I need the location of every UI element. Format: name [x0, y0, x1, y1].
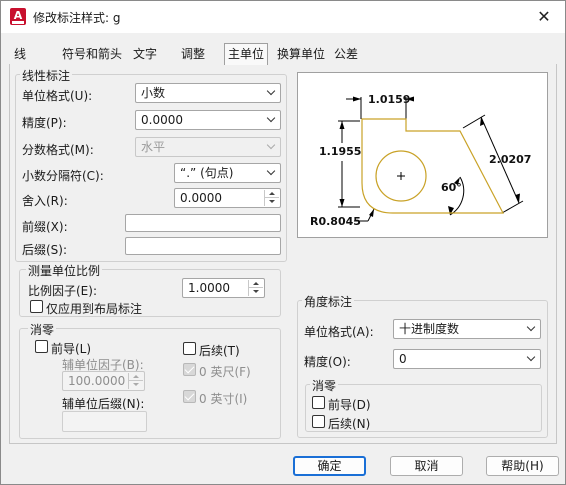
close-button[interactable]: ✕	[531, 5, 557, 29]
tab-lines[interactable]: 线	[14, 45, 26, 63]
prefix-label: 前缀(X):	[22, 220, 68, 234]
dim-top-text: 1.0159	[368, 93, 410, 106]
tab-symbols-arrows[interactable]: 符号和箭头	[62, 45, 122, 63]
angular-zero-suppression-label: 消零	[310, 377, 339, 394]
fraction-format-select[interactable]: 水平	[135, 137, 281, 157]
scale-factor-value: 1.0000	[188, 281, 230, 295]
angular-dimensions-label: 角度标注	[302, 293, 355, 310]
decimal-separator-value: “.” (句点)	[180, 166, 234, 180]
close-icon: ✕	[537, 7, 551, 26]
angular-unit-format-value: 十进制度数	[399, 322, 460, 336]
dim-left-text: 1.1955	[319, 145, 361, 158]
unit-format-select[interactable]: 小数	[135, 83, 281, 103]
scale-factor-spin-buttons	[248, 280, 263, 296]
tab-primary-units[interactable]: 主单位	[224, 43, 269, 65]
unit-format-label: 单位格式(U):	[22, 89, 93, 103]
modify-dimension-style-dialog: A 修改标注样式: g ✕ 线 符号和箭头 文字 调整 主单位 换算单位 公差 …	[0, 0, 566, 485]
round-off-value: 0.0000	[180, 191, 222, 205]
fraction-format-label: 分数格式(M):	[22, 143, 94, 157]
zero-inches-label: 0 英寸(I)	[199, 392, 248, 406]
zero-suppression-label: 消零	[28, 321, 57, 338]
decimal-separator-label: 小数分隔符(C):	[22, 169, 104, 183]
ok-button[interactable]: 确定	[293, 456, 366, 476]
angle-text: 60°	[441, 181, 462, 194]
zero-feet-checkbox[interactable]	[183, 363, 196, 376]
precision-value: 0.0000	[141, 113, 183, 127]
tab-alternate-units[interactable]: 换算单位	[277, 45, 325, 63]
sub-unit-factor-value: 100.0000	[68, 374, 126, 388]
angular-unit-format-select[interactable]: 十进制度数	[393, 319, 541, 339]
spin-down-icon[interactable]	[129, 381, 143, 389]
spin-up-icon[interactable]	[129, 373, 143, 381]
dimension-preview: 1.0159 1.1955 2.0207 60° R0.8045	[297, 72, 548, 238]
round-off-spinner[interactable]: 0.0000	[174, 188, 281, 208]
angular-precision-select[interactable]: 0	[393, 349, 541, 369]
zero-inches-checkbox[interactable]	[183, 390, 196, 403]
spin-up-icon[interactable]	[249, 280, 263, 288]
sub-unit-suffix-label: 辅单位后缀(N):	[62, 397, 145, 411]
angular-unit-format-label: 单位格式(A):	[304, 325, 374, 339]
decimal-separator-select[interactable]: “.” (句点)	[174, 163, 281, 183]
dim-right-text: 2.0207	[489, 153, 531, 166]
radius-text: R0.8045	[310, 215, 361, 228]
angular-precision-label: 精度(O):	[304, 355, 351, 369]
sub-unit-factor-spin-buttons	[128, 373, 143, 389]
sub-unit-suffix-input[interactable]	[62, 411, 147, 432]
autocad-app-icon: A	[10, 8, 26, 25]
chevron-down-icon	[267, 116, 275, 124]
spin-down-icon[interactable]	[265, 198, 279, 206]
chevron-down-icon	[267, 169, 275, 177]
angular-precision-value: 0	[399, 352, 407, 366]
spin-down-icon[interactable]	[249, 288, 263, 296]
sub-unit-factor-spinner[interactable]: 100.0000	[62, 371, 145, 391]
chevron-down-icon	[527, 325, 535, 333]
angular-leading-checkbox[interactable]	[312, 396, 325, 409]
measurement-scale-label: 测量单位比例	[26, 262, 103, 279]
layout-only-label: 仅应用到布局标注	[46, 302, 143, 316]
tab-tolerances[interactable]: 公差	[334, 45, 358, 63]
chevron-down-icon	[267, 143, 275, 151]
spin-up-icon[interactable]	[265, 190, 279, 198]
prefix-input[interactable]	[125, 214, 281, 232]
tab-fit[interactable]: 调整	[181, 45, 205, 63]
round-off-label: 舍入(R):	[22, 194, 68, 208]
unit-format-value: 小数	[141, 86, 166, 100]
cancel-button[interactable]: 取消	[390, 456, 463, 476]
layout-only-checkbox[interactable]	[30, 300, 43, 313]
preview-drawing: 1.0159 1.1955 2.0207 60° R0.8045	[310, 93, 531, 228]
scale-factor-spinner[interactable]: 1.0000	[182, 278, 265, 298]
trailing-zero-label: 后续(T)	[199, 344, 240, 358]
chevron-down-icon	[527, 355, 535, 363]
leading-zero-checkbox[interactable]	[35, 340, 48, 353]
zero-feet-label: 0 英尺(F)	[199, 365, 251, 379]
round-off-spin-buttons	[264, 190, 279, 206]
chevron-down-icon	[267, 89, 275, 97]
suffix-input[interactable]	[125, 237, 281, 255]
trailing-zero-checkbox[interactable]	[183, 342, 196, 355]
angular-leading-label: 前导(D)	[328, 398, 371, 412]
suffix-label: 后缀(S):	[22, 243, 68, 257]
help-button[interactable]: 帮助(H)	[486, 456, 559, 476]
part-outline	[361, 118, 504, 214]
leading-zero-label: 前导(L)	[51, 342, 92, 356]
precision-label: 精度(P):	[22, 116, 67, 130]
angular-trailing-label: 后续(N)	[328, 417, 371, 431]
fraction-format-value: 水平	[141, 140, 166, 154]
window-title: 修改标注样式: g	[33, 11, 121, 25]
angular-trailing-checkbox[interactable]	[312, 415, 325, 428]
title-bar[interactable]: A 修改标注样式: g ✕	[1, 1, 565, 33]
tab-text[interactable]: 文字	[133, 45, 157, 63]
scale-factor-label: 比例因子(E):	[28, 284, 97, 298]
precision-select[interactable]: 0.0000	[135, 110, 281, 130]
linear-dimensions-label: 线性标注	[20, 67, 73, 84]
